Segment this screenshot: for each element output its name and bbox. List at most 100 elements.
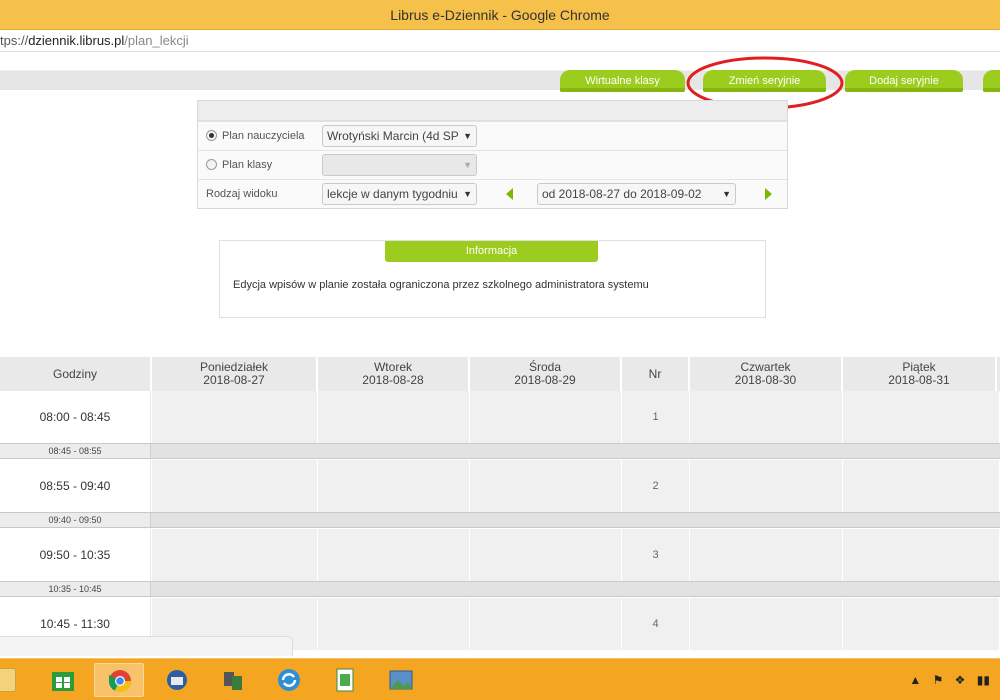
flag-icon[interactable]: ⚑ <box>933 673 944 687</box>
lesson-cell[interactable] <box>470 460 622 512</box>
tab-label: Dodaj seryjnie <box>869 75 939 87</box>
break-time: 09:40 - 09:50 <box>0 513 151 527</box>
lesson-cell[interactable] <box>843 460 1000 512</box>
day-date: 2018-08-30 <box>734 373 797 387</box>
filter-row-plan-nauczyciela: Plan nauczyciela Wrotyński Marcin (4d SP… <box>198 121 787 150</box>
taskbar-photo[interactable] <box>376 663 426 697</box>
lesson-number: 1 <box>622 391 690 443</box>
hours-header: Godziny <box>0 357 152 391</box>
date-range-value: od 2018-08-27 do 2018-09-02 <box>542 187 702 201</box>
lesson-cell[interactable] <box>470 391 622 443</box>
lesson-cell[interactable] <box>843 391 1000 443</box>
window-title: Librus e-Dziennik - Google Chrome <box>390 7 610 23</box>
taskbar-spreadsheet[interactable] <box>320 663 370 697</box>
lesson-cell[interactable] <box>470 598 622 650</box>
date-range-select[interactable]: od 2018-08-27 do 2018-09-02 ▼ <box>537 183 736 205</box>
lesson-cell[interactable] <box>152 460 318 512</box>
teacher-select[interactable]: Wrotyński Marcin (4d SP ▼ <box>322 125 477 147</box>
break-time: 08:45 - 08:55 <box>0 444 151 458</box>
next-week-arrow-icon[interactable] <box>765 188 772 200</box>
dropbox-icon[interactable]: ❖ <box>955 673 966 687</box>
lesson-row: 08:55 - 09:40 2 <box>0 460 1000 512</box>
sync-icon <box>278 669 300 691</box>
lesson-number: 2 <box>622 460 690 512</box>
lesson-time: 08:55 - 09:40 <box>0 460 151 512</box>
lesson-cell[interactable] <box>690 391 843 443</box>
break-row: 10:35 - 10:45 <box>0 581 1000 597</box>
lesson-number: 4 <box>622 598 690 650</box>
day-header-friday: Piątek 2018-08-31 <box>843 357 997 391</box>
lesson-number: 3 <box>622 529 690 581</box>
system-tray: ▲ ⚑ ❖ ▮▮ <box>901 673 990 687</box>
day-header-tuesday: Wtorek 2018-08-28 <box>318 357 470 391</box>
class-select[interactable]: ▼ <box>322 154 477 176</box>
lesson-cell[interactable] <box>843 598 1000 650</box>
lesson-cell[interactable] <box>470 529 622 581</box>
taskbar-store[interactable] <box>38 663 88 697</box>
info-title: Informacja <box>385 241 598 262</box>
chevron-up-icon[interactable]: ▲ <box>909 673 921 687</box>
view-type-select[interactable]: lekcje w danym tygodniu ▼ <box>322 183 477 205</box>
plan-filter-panel: Plan nauczyciela Wrotyński Marcin (4d SP… <box>197 100 788 209</box>
tab-wirtualne-klasy[interactable]: Wirtualne klasy <box>560 70 685 92</box>
chevron-down-icon: ▼ <box>463 131 472 141</box>
lesson-cell[interactable] <box>690 529 843 581</box>
plan-klasy-label: Plan klasy <box>222 159 273 171</box>
lesson-cell[interactable] <box>318 391 470 443</box>
file-explorer-icon <box>0 668 16 692</box>
filter-row-plan-klasy: Plan klasy ▼ <box>198 150 787 179</box>
lesson-row: 09:50 - 10:35 3 <box>0 529 1000 581</box>
photo-icon <box>389 670 413 690</box>
plan-nauczyciela-option[interactable]: Plan nauczyciela <box>206 122 305 150</box>
chevron-down-icon: ▼ <box>463 160 472 170</box>
lesson-cell[interactable] <box>843 529 1000 581</box>
info-message: Edycja wpisów w planie została ograniczo… <box>233 279 649 291</box>
day-date: 2018-08-28 <box>362 373 424 387</box>
store-icon <box>52 672 74 691</box>
radio-selected-icon[interactable] <box>206 130 217 141</box>
lesson-cell[interactable] <box>690 460 843 512</box>
lesson-row: 08:00 - 08:45 1 <box>0 391 1000 443</box>
url-scheme: tps:// <box>0 33 29 48</box>
timetable: Godziny Poniedziałek 2018-08-27 Wtorek 2… <box>0 357 1000 657</box>
day-date: 2018-08-31 <box>888 373 950 387</box>
view-type-value: lekcje w danym tygodniu <box>327 187 458 201</box>
lesson-cell[interactable] <box>318 598 470 650</box>
taskbar-file-explorer[interactable] <box>0 663 28 697</box>
network-status-icon[interactable]: ▮▮ <box>977 673 990 687</box>
spreadsheet-icon <box>336 668 354 692</box>
url-host: dziennik.librus.pl <box>28 33 125 48</box>
address-bar[interactable]: tps://dziennik.librus.pl/plan_lekcji <box>0 30 1000 52</box>
filter-row-rodzaj-widoku: Rodzaj widoku lekcje w danym tygodniu ▼ … <box>198 179 787 208</box>
break-time: 10:35 - 10:45 <box>0 582 151 596</box>
chevron-down-icon: ▼ <box>463 189 472 199</box>
day-date: 2018-08-29 <box>514 373 576 387</box>
day-header-monday: Poniedziałek 2018-08-27 <box>152 357 318 391</box>
taskbar-sync[interactable] <box>264 663 314 697</box>
lesson-cell[interactable] <box>152 529 318 581</box>
taskbar-thunderbird[interactable] <box>152 663 202 697</box>
rodzaj-widoku-label: Rodzaj widoku <box>206 188 278 200</box>
lesson-cell[interactable] <box>318 529 470 581</box>
tab-dodaj-seryjnie[interactable]: Dodaj seryjnie <box>845 70 963 92</box>
lesson-cell[interactable] <box>690 598 843 650</box>
window-title-bar: Librus e-Dziennik - Google Chrome <box>0 0 1000 30</box>
plan-klasy-option[interactable]: Plan klasy <box>206 151 272 179</box>
taskbar-chrome[interactable] <box>94 663 144 697</box>
break-row: 08:45 - 08:55 <box>0 443 1000 459</box>
horizontal-scrollbar[interactable] <box>0 636 293 656</box>
nr-header: Nr <box>622 357 690 391</box>
previous-week-arrow-icon[interactable] <box>506 188 513 200</box>
lesson-time: 08:00 - 08:45 <box>0 391 151 443</box>
break-row: 09:40 - 09:50 <box>0 512 1000 528</box>
network-icon <box>224 672 242 690</box>
tab-label: Wirtualne klasy <box>585 75 660 87</box>
day-header-thursday: Czwartek 2018-08-30 <box>690 357 843 391</box>
radio-unselected-icon[interactable] <box>206 159 217 170</box>
teacher-select-value: Wrotyński Marcin (4d SP <box>327 129 459 143</box>
lesson-cell[interactable] <box>318 460 470 512</box>
chrome-icon <box>109 670 131 692</box>
tab-more[interactable] <box>983 70 1000 92</box>
taskbar-network[interactable] <box>208 663 258 697</box>
lesson-cell[interactable] <box>152 391 318 443</box>
